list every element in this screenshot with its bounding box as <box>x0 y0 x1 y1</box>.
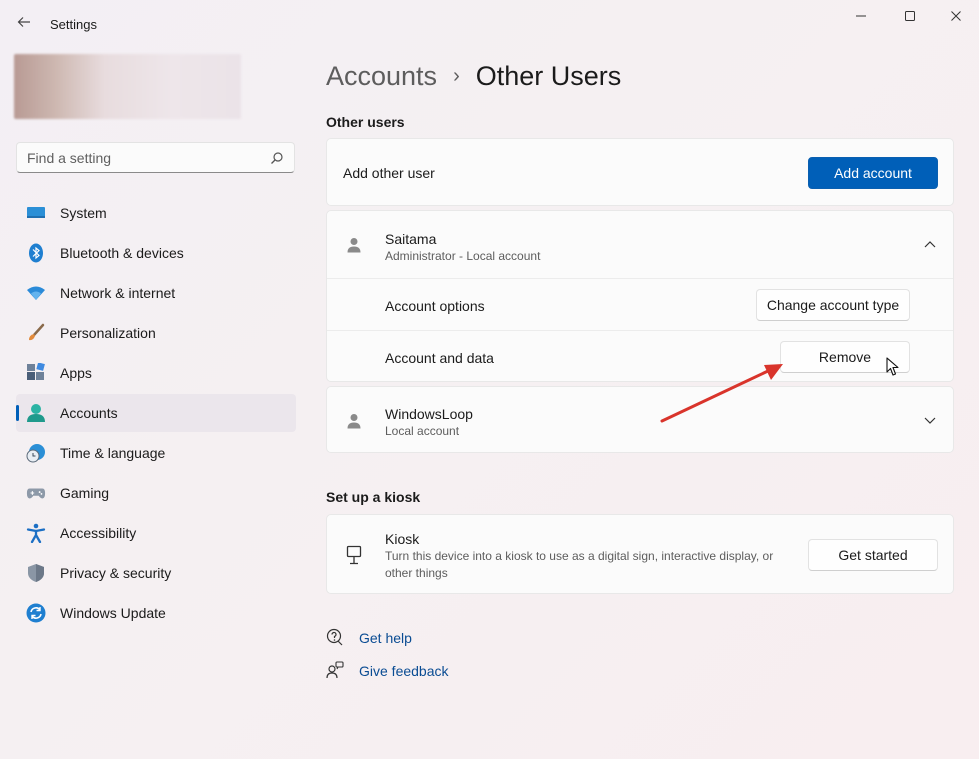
accessibility-icon <box>26 523 46 543</box>
user-subtitle: Administrator - Local account <box>385 249 541 263</box>
user-header-saitama[interactable]: Saitama Administrator - Local account <box>327 211 953 278</box>
help-icon <box>325 627 345 647</box>
chevron-down-icon <box>924 417 936 424</box>
sidebar-item-label: Apps <box>60 365 92 381</box>
mouse-cursor-icon <box>886 357 899 376</box>
sidebar-item-gaming[interactable]: Gaming <box>16 474 296 512</box>
get-started-button[interactable]: Get started <box>808 539 938 571</box>
wifi-icon <box>26 283 46 303</box>
person-icon <box>347 238 361 253</box>
kiosk-description-line1: Turn this device into a kiosk to use as … <box>385 549 774 563</box>
close-button[interactable] <box>944 6 968 26</box>
back-arrow-icon <box>17 17 30 27</box>
shield-icon <box>26 563 46 583</box>
breadcrumb-separator: › <box>453 64 460 87</box>
title-bar: Settings <box>0 0 979 46</box>
add-other-user-label: Add other user <box>343 165 435 181</box>
person-icon <box>347 414 361 429</box>
user-name: WindowsLoop <box>385 406 473 422</box>
sidebar-nav: System Bluetooth & devices Network & int… <box>16 194 296 634</box>
chevron-up-icon <box>924 241 936 248</box>
user-profile-picture[interactable] <box>14 54 241 119</box>
update-icon <box>26 603 46 623</box>
sidebar-item-windows-update[interactable]: Windows Update <box>16 594 296 632</box>
add-other-user-card: Add other user Add account <box>326 138 954 206</box>
system-icon <box>26 203 46 223</box>
sidebar-item-accounts[interactable]: Accounts <box>16 394 296 432</box>
globe-clock-icon <box>26 443 46 463</box>
sidebar-item-label: Gaming <box>60 485 110 501</box>
sidebar-item-apps[interactable]: Apps <box>16 354 296 392</box>
user-card-windowsloop[interactable]: WindowsLoop Local account <box>326 386 954 453</box>
sidebar-item-accessibility[interactable]: Accessibility <box>16 514 296 552</box>
sidebar-item-label: Time & language <box>60 445 166 461</box>
feedback-icon <box>325 660 345 680</box>
breadcrumb: Accounts › Other Users <box>326 58 621 94</box>
kiosk-card: Kiosk Turn this device into a kiosk to u… <box>326 514 954 594</box>
sidebar-item-label: Bluetooth & devices <box>60 245 184 261</box>
minimize-icon <box>856 15 866 17</box>
user-card-saitama: Saitama Administrator - Local account Ac… <box>326 210 954 382</box>
sidebar-item-personalization[interactable]: Personalization <box>16 314 296 352</box>
account-options-label: Account options <box>385 298 485 314</box>
search-box[interactable] <box>16 142 295 173</box>
sidebar-item-system[interactable]: System <box>16 194 296 232</box>
apps-icon <box>26 363 46 383</box>
get-help-link[interactable]: Get help <box>359 630 412 646</box>
divider <box>327 278 953 279</box>
sidebar-item-label: Network & internet <box>60 285 176 301</box>
sidebar-item-label: Windows Update <box>60 605 166 621</box>
brush-icon <box>26 323 46 343</box>
account-and-data-label: Account and data <box>385 350 494 366</box>
sidebar-item-label: Privacy & security <box>60 565 172 581</box>
page-title: Other Users <box>475 60 622 91</box>
user-subtitle: Local account <box>385 424 460 438</box>
sidebar-item-label: System <box>60 205 107 221</box>
change-account-type-button[interactable]: Change account type <box>756 289 910 321</box>
sidebar-item-bluetooth[interactable]: Bluetooth & devices <box>16 234 296 272</box>
sidebar-item-time-language[interactable]: Time & language <box>16 434 296 472</box>
close-icon <box>951 11 961 21</box>
breadcrumb-parent[interactable]: Accounts <box>326 61 437 92</box>
kiosk-title: Kiosk <box>385 531 420 547</box>
maximize-icon <box>905 11 915 21</box>
maximize-button[interactable] <box>898 6 922 26</box>
search-input[interactable] <box>27 149 267 167</box>
sidebar-item-network[interactable]: Network & internet <box>16 274 296 312</box>
gamepad-icon <box>26 483 46 503</box>
other-users-section-title: Other users <box>326 114 405 130</box>
kiosk-section-title: Set up a kiosk <box>326 489 421 505</box>
minimize-button[interactable] <box>849 6 873 26</box>
sidebar-item-label: Personalization <box>60 325 156 341</box>
search-icon <box>271 152 283 164</box>
app-title: Settings <box>50 17 97 32</box>
kiosk-description-line2: other things <box>385 566 448 580</box>
add-account-button[interactable]: Add account <box>808 157 938 189</box>
bluetooth-icon <box>26 243 46 263</box>
sidebar-item-privacy[interactable]: Privacy & security <box>16 554 296 592</box>
sidebar-item-label: Accessibility <box>60 525 137 541</box>
user-name: Saitama <box>385 231 437 247</box>
accounts-icon <box>26 403 46 423</box>
sidebar-item-label: Accounts <box>60 405 118 421</box>
kiosk-icon <box>346 545 362 565</box>
back-button[interactable] <box>12 10 36 34</box>
give-feedback-link[interactable]: Give feedback <box>359 663 449 679</box>
divider <box>327 330 953 331</box>
